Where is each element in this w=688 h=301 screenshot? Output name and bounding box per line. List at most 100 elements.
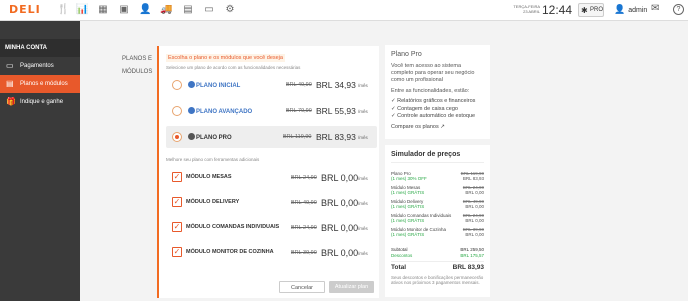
discount-row: Descontos BRL 175,57 xyxy=(391,253,484,259)
item-detail: (1 mes) GRÁTIS xyxy=(391,204,425,209)
plan-name: PLANO PRO xyxy=(188,133,232,141)
total-row: Total BRL 83,93 xyxy=(391,261,484,271)
help-icon[interactable]: ? xyxy=(673,4,684,15)
module-name: MÓDULO MESAS xyxy=(186,174,232,180)
plan-name: PLANO AVANÇADO xyxy=(188,107,252,115)
external-link-icon: ↗ xyxy=(440,123,445,130)
feature-item: ✓ Controle automático de estoque xyxy=(391,113,476,119)
plan-name-text: PLANO INICIAL xyxy=(196,83,241,89)
plan-info-panel: Plano Pro Você tem acesso ao sistema com… xyxy=(385,45,490,139)
module-option[interactable]: ✓ MÓDULO MESAS BRL 24,90 BRL 0,00 /mês xyxy=(166,167,377,189)
panel-heading: Escolha o plano e os módulos que você de… xyxy=(166,54,285,62)
plan-radio[interactable] xyxy=(172,132,182,142)
module-option[interactable]: ✓ MÓDULO COMANDAS INDIVIDUAIS BRL 24,90 … xyxy=(166,217,377,239)
breadcrumb: PLANOS E MÓDULOS xyxy=(122,56,153,75)
plan-radio[interactable] xyxy=(172,106,182,116)
simulator-row: Módulo Delivery (1 mes) GRÁTIS BRL 49,90 B… xyxy=(391,199,484,213)
item-price: BRL 0,00 xyxy=(465,232,484,237)
plan-price: BRL 55,93 xyxy=(316,106,356,116)
plan-badge-icon xyxy=(188,133,195,140)
plan-badge-icon xyxy=(188,107,195,114)
plan-selection-panel: Escolha o plano e os módulos que você de… xyxy=(157,46,379,298)
discount-note: Seus descontos e bonificações permanecer… xyxy=(391,275,484,285)
item-price: BRL 0,00 xyxy=(465,190,484,195)
user-icon[interactable]: 👤 xyxy=(139,4,151,16)
monitor-icon[interactable]: ▭ xyxy=(203,4,215,16)
date-day: 23 ABRIL xyxy=(523,9,540,14)
simulator-row: Módulo Comandas Individuais (1 mes) GRÁTI… xyxy=(391,213,484,227)
plan-badge-icon xyxy=(188,81,195,88)
module-price: BRL 0,00 xyxy=(321,223,359,233)
module-old-price: BRL 49,90 xyxy=(291,200,317,206)
plan-name-text: PLANO AVANÇADO xyxy=(196,109,253,115)
total-value: BRL 83,93 xyxy=(452,264,484,271)
plan-price: BRL 34,93 xyxy=(316,80,356,90)
module-option[interactable]: ✓ MÓDULO DELIVERY BRL 49,90 BRL 0,00 /mê… xyxy=(166,192,377,214)
app-logo[interactable]: DELI xyxy=(9,3,41,16)
user-name: admin xyxy=(628,7,648,14)
mail-icon[interactable]: ✉ xyxy=(651,3,659,14)
user-menu[interactable]: 👤 admin xyxy=(614,4,647,15)
module-name: MÓDULO MONITOR DE COZINHA xyxy=(186,249,274,255)
subtotal-label: Subtotal xyxy=(391,247,408,252)
module-period: /mês xyxy=(358,251,368,256)
feature-text: Contagem de caixa cego xyxy=(397,105,458,112)
sidebar-item-referral[interactable]: 🎁 Indique e ganhe xyxy=(0,93,80,111)
wallet-icon[interactable]: ▣ xyxy=(118,4,130,16)
plan-old-price: BRL 119,90 xyxy=(283,134,312,140)
plan-info-features-intro: Entre as funcionalidades, estão: xyxy=(391,88,470,94)
cancel-button[interactable]: Cancelar xyxy=(279,281,325,293)
sidebar-item-label: Planos e módulos xyxy=(20,81,68,87)
sidebar-item-label: Pagamentos xyxy=(20,63,54,69)
compare-plans-link[interactable]: Compare os planos ↗ xyxy=(391,124,484,130)
simulator-row: Módulo Mesas (1 mes) GRÁTIS BRL 24,90 BRL … xyxy=(391,185,484,199)
plan-info-description: Você tem acesso ao sistema completo para… xyxy=(391,63,475,83)
update-plan-button[interactable]: Atualizar plan xyxy=(329,281,374,293)
feature-item: ✓ Relatórios gráficos e financeiros xyxy=(391,98,476,104)
user-icon: 👤 xyxy=(614,4,626,14)
module-checkbox[interactable]: ✓ xyxy=(172,247,182,257)
module-period: /mês xyxy=(358,226,368,231)
compare-plans-text: Compare os planos xyxy=(391,123,439,130)
item-detail: (1 mes) GRÁTIS xyxy=(391,232,425,237)
plan-option-avancado[interactable]: PLANO AVANÇADO BRL 79,90 BRL 55,93 /mês xyxy=(166,100,377,122)
document-icon[interactable]: ▤ xyxy=(182,4,194,16)
module-option[interactable]: ✓ MÓDULO MONITOR DE COZINHA BRL 39,90 BR… xyxy=(166,242,377,264)
module-name: MÓDULO DELIVERY xyxy=(186,199,240,205)
calculator-icon[interactable]: ▦ xyxy=(97,4,109,16)
feature-item: ✓ Contagem de caixa cego xyxy=(391,105,458,112)
chart-icon[interactable]: 📊 xyxy=(76,4,88,16)
plan-period: /mês xyxy=(358,109,368,114)
utensils-icon[interactable]: 🍴 xyxy=(57,4,69,16)
plan-price: BRL 83,93 xyxy=(316,132,356,142)
sidebar-item-plans[interactable]: ▤ Planos e módulos xyxy=(0,75,80,93)
item-price: BRL 0,00 xyxy=(465,204,484,209)
module-old-price: BRL 24,90 xyxy=(291,175,317,181)
module-checkbox[interactable]: ✓ xyxy=(172,222,182,232)
gear-icon[interactable]: ⚙ xyxy=(224,4,236,16)
feature-text: Relatórios gráficos e financeiros xyxy=(397,98,476,104)
module-price: BRL 0,00 xyxy=(321,198,359,208)
plan-option-pro[interactable]: PLANO PRO BRL 119,90 BRL 83,93 /mês xyxy=(166,126,377,148)
sidebar-title: MINHA CONTA xyxy=(0,39,80,57)
top-bar: DELI 🍴 📊 ▦ ▣ 👤 🚚 ▤ ▭ ⚙ TERÇA-FEIRA 23 AB… xyxy=(0,0,688,21)
module-checkbox[interactable]: ✓ xyxy=(172,197,182,207)
pro-badge[interactable]: ✱ PRO xyxy=(578,3,604,17)
price-simulator-panel: Simulador de preços Plano Pro (1 mes) 30%… xyxy=(385,145,490,297)
simulator-row: Plano Pro (1 mes) 30% OFF BRL 119,90 BRL 8… xyxy=(391,171,484,185)
plan-old-price: BRL 79,90 xyxy=(286,108,312,114)
module-checkbox[interactable]: ✓ xyxy=(172,172,182,182)
plan-radio[interactable] xyxy=(172,80,182,90)
module-price: BRL 0,00 xyxy=(321,248,359,258)
sidebar-item-label: Indique e ganhe xyxy=(20,99,64,105)
current-time: 12:44 xyxy=(542,3,573,17)
layers-icon: ▤ xyxy=(6,79,14,88)
item-price: BRL 0,00 xyxy=(465,218,484,223)
module-period: /mês xyxy=(358,176,368,181)
plan-period: /mês xyxy=(358,135,368,140)
item-detail: (1 mes) GRÁTIS xyxy=(391,218,425,223)
sidebar-item-payments[interactable]: ▭ Pagamentos xyxy=(0,57,80,75)
panel-subheading: Selecione um plano de acordo com as func… xyxy=(166,65,301,70)
truck-icon[interactable]: 🚚 xyxy=(160,4,172,16)
plan-option-inicial[interactable]: PLANO INICIAL BRL 49,90 BRL 34,93 /mês xyxy=(166,74,377,96)
